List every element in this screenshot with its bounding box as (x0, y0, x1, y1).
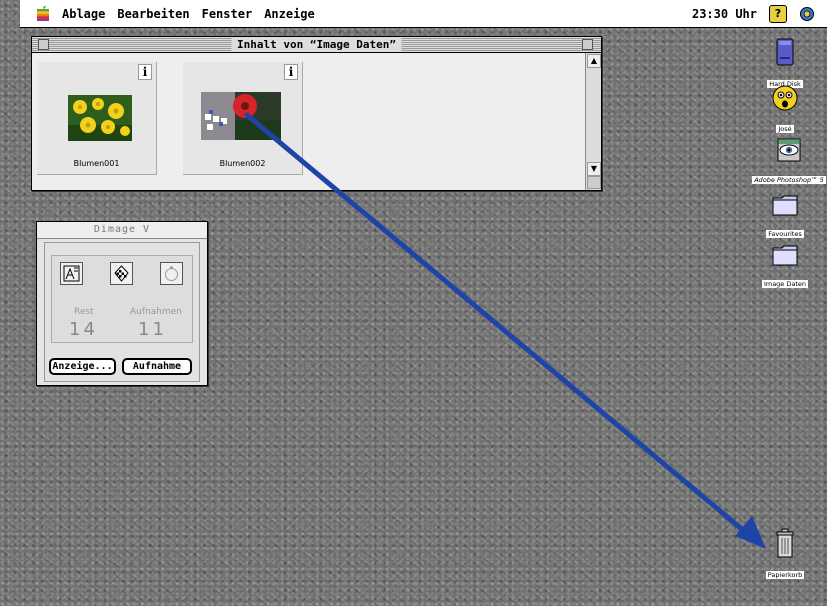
info-button[interactable]: i (138, 64, 152, 80)
shots-count: 11 (138, 319, 167, 340)
capture-button[interactable]: Aufnahme (122, 358, 192, 375)
help-icon[interactable]: ? (769, 4, 787, 23)
folder-icon (772, 245, 798, 266)
file-name[interactable]: Blumen002 (183, 159, 302, 168)
view-button[interactable]: Anzeige... (49, 358, 116, 375)
folder-icon (772, 195, 798, 216)
timer-icon (165, 266, 178, 281)
window-grow-box[interactable] (587, 176, 601, 189)
palette-body: Rest Aufnahmen 14 11 Anzeige... Aufnahme (44, 242, 200, 382)
info-button[interactable]: i (284, 64, 298, 80)
menu-ablage[interactable]: Ablage (62, 7, 105, 21)
scroll-down-arrow-icon[interactable]: ▼ (587, 162, 601, 176)
desktop-icon-papierkorb[interactable]: Papierkorb (749, 528, 821, 581)
window-content: i Blumen001 i Blumen002 (32, 53, 585, 190)
palette-title[interactable]: Dimage V (37, 222, 207, 239)
desktop-icon-label[interactable]: José (776, 125, 794, 133)
desktop-icon-label[interactable]: Papierkorb (765, 571, 805, 579)
desktop-icon-label[interactable]: Image Daten (761, 280, 809, 288)
apple-menu-icon[interactable] (34, 5, 52, 23)
menu-fenster[interactable]: Fenster (202, 7, 253, 21)
shots-label: Aufnahmen (130, 307, 182, 317)
checker-pattern-icon (114, 265, 129, 282)
photoshop-eye-icon (777, 138, 801, 162)
window-close-box[interactable] (38, 39, 49, 50)
dimage-control-palette[interactable]: Dimage V Rest Aufnahmen 14 11 Anzeige...… (36, 221, 208, 386)
desktop-icon-image-daten[interactable]: Image Daten (749, 243, 821, 290)
menu-anzeige[interactable]: Anzeige (264, 7, 315, 21)
flash-mode-icon[interactable] (110, 262, 133, 285)
scroll-up-arrow-icon[interactable]: ▲ (587, 54, 601, 68)
hard-disk-icon (776, 38, 794, 66)
camera-mode-icon[interactable] (60, 262, 83, 285)
user-face-icon (772, 85, 798, 111)
finder-window[interactable]: Inhalt von “Image Daten” i Blumen001 i B… (31, 36, 602, 191)
menu-bearbeiten[interactable]: Bearbeiten (117, 7, 189, 21)
file-item-blumen001[interactable]: i Blumen001 (37, 62, 157, 175)
file-item-blumen002[interactable]: i Blumen002 (183, 62, 303, 175)
rest-count: 14 (69, 319, 98, 340)
desktop[interactable]: Ablage Bearbeiten Fenster Anzeige 23:30 … (0, 0, 827, 606)
self-timer-icon[interactable] (160, 262, 183, 285)
desktop-icon-hard-disk[interactable]: Hard Disk (749, 37, 821, 90)
window-title-bar[interactable]: Inhalt von “Image Daten” (32, 37, 601, 53)
vertical-scrollbar[interactable]: ▲ ▼ (585, 53, 601, 190)
desktop-icon-photoshop[interactable]: Adobe Photoshop™ 5 (749, 137, 827, 186)
window-zoom-box[interactable] (582, 39, 593, 50)
file-name[interactable]: Blumen001 (37, 159, 156, 168)
yellow-flowers-thumbnail-icon[interactable] (68, 95, 132, 141)
rest-label: Rest (74, 307, 94, 317)
trash-icon (776, 528, 794, 558)
menu-bar-right: 23:30 Uhr ? (692, 4, 815, 23)
red-flower-thumbnail-icon[interactable] (201, 92, 281, 140)
desktop-icon-favourites[interactable]: Favourites (749, 193, 821, 240)
desktop-icon-label[interactable]: Adobe Photoshop™ 5 (752, 176, 826, 184)
desktop-icon-jose[interactable]: José (749, 84, 821, 135)
menu-bar: Ablage Bearbeiten Fenster Anzeige 23:30 … (20, 0, 827, 28)
window-title: Inhalt von “Image Daten” (231, 37, 402, 52)
menu-clock[interactable]: 23:30 Uhr (692, 7, 757, 21)
camera-status-panel: Rest Aufnahmen 14 11 (51, 255, 193, 343)
desktop-icon-label[interactable]: Favourites (766, 230, 804, 238)
image-quality-icon (63, 265, 80, 282)
application-menu-icon[interactable] (799, 6, 815, 22)
